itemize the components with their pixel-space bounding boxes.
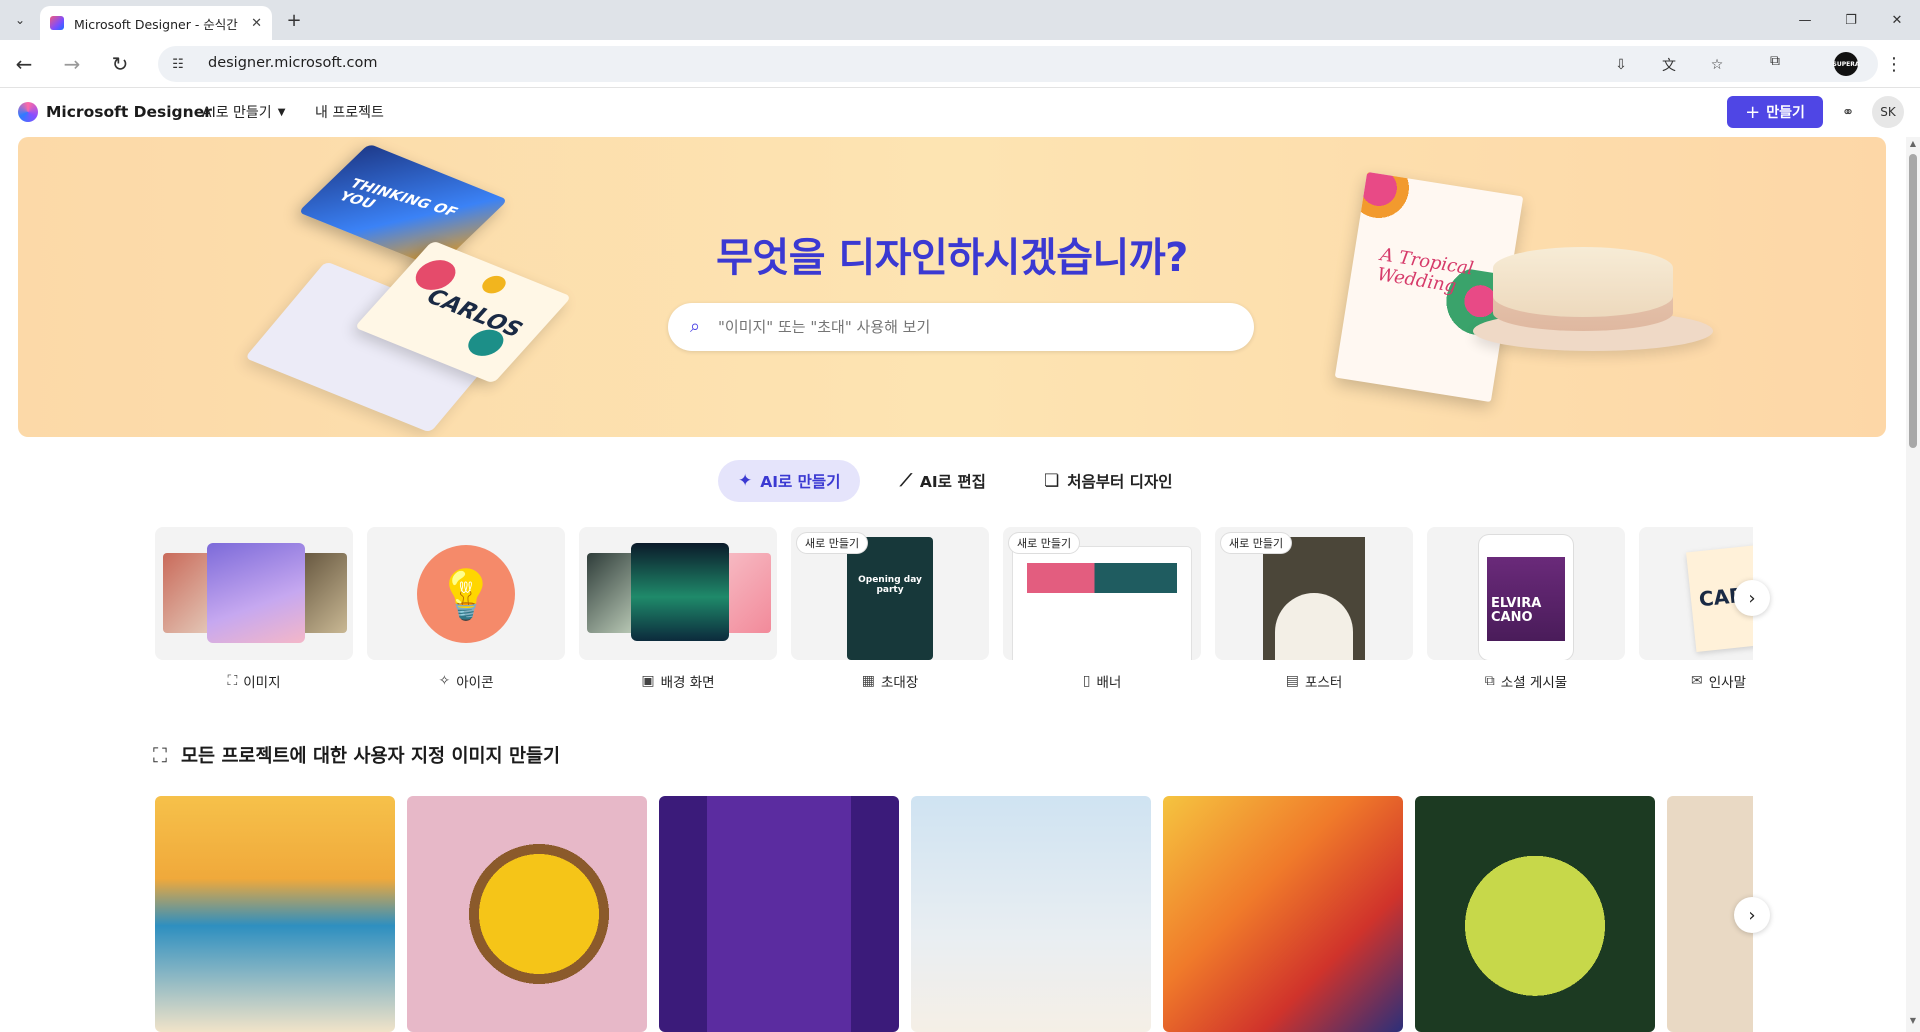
user-avatar[interactable]: SK bbox=[1872, 96, 1904, 128]
section-title: 모든 프로젝트에 대한 사용자 지정 이미지 만들기 bbox=[181, 746, 561, 767]
poster-icon: ▤ bbox=[1285, 673, 1299, 689]
brand[interactable]: Microsoft Designer bbox=[18, 102, 212, 122]
nav-ai-create[interactable]: AI로 만들기 ▼ bbox=[202, 102, 285, 122]
category-thumbnail: ELVIRA CANO bbox=[1427, 527, 1625, 660]
gallery-image-paper-beach-couple[interactable] bbox=[155, 796, 395, 1032]
hero-banner: THINKING OF YOU CARLOS 무엇을 디자인하시겠습니까? ⌕ … bbox=[18, 137, 1886, 437]
magic-wand-icon: ⟋ bbox=[900, 471, 912, 491]
scrollbar-thumb[interactable] bbox=[1909, 154, 1917, 448]
scroll-down-arrow-icon[interactable]: ▼ bbox=[1906, 1016, 1920, 1028]
tab-design-from-scratch[interactable]: ❏ 처음부터 디자인 bbox=[1024, 460, 1192, 502]
forward-arrow-icon[interactable]: → bbox=[58, 50, 86, 78]
browser-toolbar: ← → ↻ ☷ designer.microsoft.com ⇩ 文 ☆ ⧉ bbox=[0, 40, 1920, 88]
brand-name: Microsoft Designer bbox=[46, 103, 212, 121]
shapes-icon: ❏ bbox=[1044, 471, 1060, 491]
plus-icon: + bbox=[1745, 101, 1761, 123]
window-close-icon[interactable]: ✕ bbox=[1882, 8, 1912, 32]
wallpaper-icon: ▣ bbox=[641, 673, 655, 689]
image-sparkle-icon: ⛶ bbox=[227, 673, 238, 689]
new-badge: 새로 만들기 bbox=[797, 533, 868, 553]
tab-list-chevron-icon[interactable]: ⌄ bbox=[8, 8, 32, 32]
category-thumbnail bbox=[155, 527, 353, 660]
invite-art-text: Opening day party bbox=[858, 575, 922, 595]
nav-my-projects[interactable]: 내 프로젝트 bbox=[315, 102, 384, 122]
category-thumbnail: 새로 만들기 bbox=[1215, 527, 1413, 660]
category-label: 초대장 bbox=[880, 675, 919, 691]
hero-search-box[interactable]: ⌕ bbox=[668, 303, 1254, 351]
sparkle-icon: ✦ bbox=[738, 471, 753, 491]
create-button[interactable]: + 만들기 bbox=[1727, 96, 1823, 128]
icon-sparkle-icon: ✧ bbox=[438, 673, 451, 689]
category-next-arrow-icon[interactable]: › bbox=[1734, 580, 1770, 616]
browser-tabstrip: ⌄ Microsoft Designer - 순식간 ✕ + — ❐ ✕ bbox=[0, 0, 1920, 40]
social-post-icon: ⧉ bbox=[1484, 673, 1495, 689]
translate-icon[interactable]: 文 bbox=[1658, 54, 1680, 76]
category-carousel: ⛶ 이미지 💡 ✧ 아이콘 ▣ 배경 화면 새로 만들기 Opening day pa… bbox=[155, 527, 1753, 692]
category-label: 인사말 bbox=[1708, 675, 1746, 691]
gallery-image-yeti-beach-chair[interactable] bbox=[911, 796, 1151, 1032]
app-header: Microsoft Designer AI로 만들기 ▼ 내 프로젝트 + 만들… bbox=[0, 88, 1920, 136]
tab-title: Microsoft Designer - 순식간 bbox=[74, 16, 238, 32]
category-thumbnail: 새로 만들기 Opening day party bbox=[791, 527, 989, 660]
category-label: 이미지 bbox=[243, 675, 281, 691]
tab-label: 처음부터 디자인 bbox=[1067, 473, 1173, 491]
address-bar[interactable]: ☷ designer.microsoft.com ⇩ 文 ☆ bbox=[158, 46, 1878, 82]
cake-stand-image bbox=[1473, 247, 1713, 357]
gallery-next-arrow-icon[interactable]: › bbox=[1734, 897, 1770, 933]
category-thumbnail: 💡 bbox=[367, 527, 565, 660]
tab-label: AI로 만들기 bbox=[760, 473, 841, 491]
minimize-icon[interactable]: — bbox=[1790, 8, 1820, 32]
category-label: 아이콘 bbox=[456, 675, 494, 691]
new-badge: 새로 만들기 bbox=[1009, 533, 1080, 553]
category-label: 배경 화면 bbox=[660, 675, 715, 691]
scroll-up-arrow-icon[interactable]: ▲ bbox=[1906, 139, 1920, 151]
tab-close-icon[interactable]: ✕ bbox=[251, 16, 262, 31]
restore-icon[interactable]: ❐ bbox=[1836, 8, 1866, 32]
new-tab-icon[interactable]: + bbox=[282, 8, 306, 32]
hero-search-input[interactable] bbox=[718, 303, 1238, 351]
envelope-icon: ✉ bbox=[1691, 673, 1703, 689]
calendar-icon: ▦ bbox=[861, 673, 875, 689]
browser-tab[interactable]: Microsoft Designer - 순식간 ✕ bbox=[40, 6, 272, 40]
install-app-icon[interactable]: ⇩ bbox=[1610, 54, 1632, 76]
category-label: 포스터 bbox=[1304, 675, 1343, 691]
bookmark-star-icon[interactable]: ☆ bbox=[1706, 54, 1728, 76]
search-icon: ⌕ bbox=[689, 315, 701, 337]
section-header: ⛶ 모든 프로젝트에 대한 사용자 지정 이미지 만들기 bbox=[153, 742, 560, 768]
reload-icon[interactable]: ↻ bbox=[106, 50, 134, 78]
nav-ai-label: AI로 만들기 bbox=[202, 105, 272, 121]
back-arrow-icon[interactable]: ← bbox=[10, 50, 38, 78]
site-info-icon[interactable]: ☷ bbox=[168, 54, 188, 74]
chevron-down-icon: ▼ bbox=[277, 106, 286, 118]
url-text[interactable]: designer.microsoft.com bbox=[208, 55, 377, 71]
new-badge: 새로 만들기 bbox=[1221, 533, 1292, 553]
create-label: 만들기 bbox=[1766, 105, 1805, 121]
extensions-icon[interactable]: ⧉ bbox=[1764, 50, 1786, 72]
tab-ai-edit[interactable]: ⟋ AI로 편집 bbox=[880, 460, 1006, 502]
category-label: 배너 bbox=[1096, 675, 1122, 691]
category-thumbnail bbox=[579, 527, 777, 660]
image-sparkle-icon: ⛶ bbox=[153, 743, 167, 767]
image-gallery bbox=[155, 796, 1753, 1032]
gallery-image-kite-runner[interactable] bbox=[1163, 796, 1403, 1032]
browser-menu-icon[interactable]: ⋮ bbox=[1882, 50, 1906, 78]
tab-ai-create[interactable]: ✦ AI로 만들기 bbox=[718, 460, 861, 502]
mode-tabs: ✦ AI로 만들기 ⟋ AI로 편집 ❏ 처음부터 디자인 bbox=[0, 460, 1920, 502]
designer-logo-icon bbox=[18, 102, 38, 122]
gallery-image-firefly-jar[interactable] bbox=[1415, 796, 1655, 1032]
gallery-image-gymnast-rings[interactable] bbox=[659, 796, 899, 1032]
designer-favicon-icon bbox=[50, 16, 64, 30]
social-art-text: ELVIRA CANO bbox=[1491, 596, 1542, 625]
tab-label: AI로 편집 bbox=[919, 473, 986, 491]
gallery-image-canary-bird[interactable] bbox=[407, 796, 647, 1032]
banner-icon: ▯ bbox=[1082, 673, 1091, 689]
browser-profile-avatar[interactable]: SUPERA bbox=[1833, 52, 1859, 76]
category-label: 소셜 게시물 bbox=[1500, 675, 1568, 691]
category-thumbnail: 새로 만들기 bbox=[1003, 527, 1201, 660]
share-icon[interactable]: ⚭ bbox=[1836, 100, 1860, 124]
